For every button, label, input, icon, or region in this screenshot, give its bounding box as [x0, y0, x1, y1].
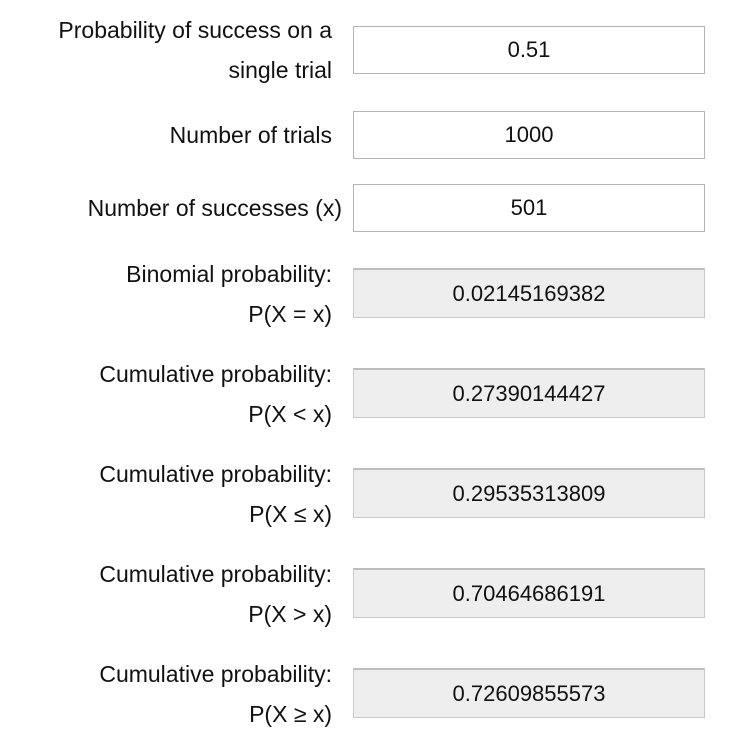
result-output-gt[interactable]: 0.70464686191	[353, 568, 705, 618]
result-output-ge[interactable]: 0.72609855573	[353, 668, 705, 718]
probability-label: Probability of success on a single trial	[58, 10, 332, 90]
result-label-lt: Cumulative probability: P(X < x)	[99, 354, 332, 434]
result-label-le: Cumulative probability: P(X ≤ x)	[99, 454, 332, 534]
result-label-le-line2: P(X ≤ x)	[249, 501, 332, 527]
result-label-ge-line2: P(X ≥ x)	[249, 701, 332, 727]
result-label-eq-line1: Binomial probability:	[126, 261, 332, 287]
result-label-ge: Cumulative probability: P(X ≥ x)	[99, 654, 332, 734]
result-label-gt-line1: Cumulative probability:	[99, 561, 332, 587]
result-output-lt[interactable]: 0.27390144427	[353, 368, 705, 418]
successes-input[interactable]	[353, 184, 705, 232]
result-label-le-line1: Cumulative probability:	[99, 461, 332, 487]
result-label-lt-line2: P(X < x)	[248, 401, 332, 427]
result-label-lt-line1: Cumulative probability:	[99, 361, 332, 387]
result-label-gt-line2: P(X > x)	[248, 601, 332, 627]
probability-label-line1: Probability of success on a	[58, 17, 332, 43]
result-label-ge-line1: Cumulative probability:	[99, 661, 332, 687]
probability-label-line2: single trial	[228, 57, 332, 83]
result-label-eq: Binomial probability: P(X = x)	[126, 254, 332, 334]
trials-label: Number of trials	[169, 122, 332, 148]
result-label-eq-line2: P(X = x)	[248, 301, 332, 327]
result-output-eq[interactable]: 0.02145169382	[353, 268, 705, 318]
probability-input[interactable]	[353, 26, 705, 74]
result-output-le[interactable]: 0.29535313809	[353, 468, 705, 518]
result-label-gt: Cumulative probability: P(X > x)	[99, 554, 332, 634]
trials-input[interactable]	[353, 111, 705, 159]
successes-label: Number of successes (x)	[87, 195, 342, 221]
